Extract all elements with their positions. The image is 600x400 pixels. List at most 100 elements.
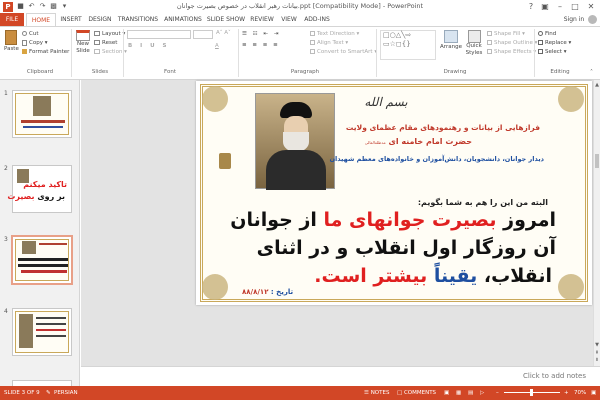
reset-label: Reset xyxy=(102,40,118,46)
start-slideshow-icon[interactable]: ▩ xyxy=(49,2,58,11)
tab-file[interactable]: FILE xyxy=(0,13,24,26)
zoom-slider[interactable] xyxy=(504,389,560,396)
vertical-scrollbar[interactable]: ▲ ▼ ⇞ ⇟ xyxy=(593,80,600,366)
zoom-out-icon[interactable]: – xyxy=(496,386,499,400)
section-button[interactable]: Section ▾ xyxy=(94,48,127,56)
ribbon-display-options-icon[interactable]: ▣ xyxy=(538,0,552,13)
tab-design[interactable]: DESIGN xyxy=(86,13,114,26)
cut-button[interactable]: Cut xyxy=(22,30,38,38)
zoom-level[interactable]: 70% xyxy=(574,386,586,400)
maximize-button[interactable]: □ xyxy=(568,0,582,13)
thumbnail-text-part: بر روی xyxy=(37,192,65,201)
font-color-icon[interactable]: A xyxy=(215,42,219,50)
slide-thumbnail-3[interactable] xyxy=(11,235,73,285)
collapse-ribbon-icon[interactable]: ˄ xyxy=(590,69,593,76)
align-text-button[interactable]: Align Text ▾ xyxy=(310,39,348,47)
slide-counter[interactable]: SLIDE 3 OF 9 xyxy=(4,386,40,400)
tab-view[interactable]: VIEW xyxy=(278,13,300,26)
find-icon xyxy=(538,31,543,36)
layout-button[interactable]: Layout ▾ xyxy=(94,30,125,38)
font-style-buttons[interactable]: B I U S xyxy=(128,42,169,50)
portrait-image xyxy=(33,96,51,116)
quote-text: انقلاب، xyxy=(477,265,552,287)
scrollbar-up-arrow-icon[interactable]: ▲ xyxy=(594,82,600,88)
sign-in-link[interactable]: Sign in xyxy=(562,13,586,26)
quick-styles-button[interactable]: Quick Styles xyxy=(464,30,484,57)
help-icon[interactable]: ? xyxy=(524,0,538,13)
replace-button[interactable]: Replace ▾ xyxy=(538,39,571,47)
notes-toggle[interactable]: ☰ NOTES xyxy=(364,386,389,400)
previous-slide-icon[interactable]: ⇞ xyxy=(594,350,600,356)
tab-animations[interactable]: ANIMATIONS xyxy=(162,13,204,26)
thumbnail-text xyxy=(21,270,67,273)
save-icon[interactable]: ■ xyxy=(16,2,25,11)
convert-smartart-button[interactable]: Convert to SmartArt ▾ xyxy=(310,48,377,56)
font-name-combobox[interactable] xyxy=(127,30,191,39)
slide-sorter-icon[interactable]: ▦ xyxy=(456,386,461,400)
copy-icon xyxy=(22,39,27,46)
slides-group-label: Slides xyxy=(91,69,109,75)
customize-qat-icon[interactable]: ▾ xyxy=(60,2,69,11)
tab-transitions[interactable]: TRANSITIONS xyxy=(116,13,160,26)
fit-slide-icon[interactable]: ▣ xyxy=(591,386,596,400)
font-size-combobox[interactable] xyxy=(193,30,213,39)
notes-pane[interactable]: Click to add notes xyxy=(81,366,600,386)
arrange-icon xyxy=(444,30,458,43)
thumbnail-number: 2 xyxy=(4,165,8,172)
tab-insert[interactable]: INSERT xyxy=(58,13,84,26)
scrollbar-thumb[interactable] xyxy=(595,154,599,168)
arrange-label: Arrange xyxy=(440,44,462,50)
shapes-gallery[interactable]: □○△╲⇨ ▭☆◻{} xyxy=(380,30,436,60)
slide-thumbnail-1[interactable] xyxy=(12,90,72,138)
select-button[interactable]: Select ▾ xyxy=(538,48,566,56)
copy-button[interactable]: Copy ▾ xyxy=(22,39,47,47)
alignment-icons[interactable]: ≡ ≡ ≡ ≡ xyxy=(242,41,280,49)
zoom-in-icon[interactable]: + xyxy=(564,386,569,400)
thumbnail-text xyxy=(21,120,65,123)
tab-slide-show[interactable]: SLIDE SHOW xyxy=(206,13,246,26)
notes-placeholder[interactable]: Click to add notes xyxy=(523,372,586,380)
reset-button[interactable]: Reset xyxy=(94,39,117,47)
find-button[interactable]: Find xyxy=(538,30,556,38)
slide-thumbnail-4[interactable] xyxy=(12,308,72,356)
thumbnail-text xyxy=(23,126,63,128)
slideshow-view-icon[interactable]: ▷ xyxy=(480,386,484,400)
text-direction-button[interactable]: Text Direction ▾ xyxy=(310,30,359,38)
redo-icon[interactable]: ↷ xyxy=(38,2,47,11)
close-button[interactable]: ✕ xyxy=(584,0,598,13)
thumbnail-text xyxy=(36,323,66,325)
shape-outline-button[interactable]: Shape Outline ▾ xyxy=(487,39,537,47)
minimize-button[interactable]: – xyxy=(553,0,567,13)
arrange-button[interactable]: Arrange xyxy=(440,30,462,51)
language-indicator[interactable]: PERSIAN xyxy=(54,386,78,400)
ribbon-separator xyxy=(71,29,72,77)
reading-view-icon[interactable]: ▤ xyxy=(468,386,473,400)
font-grow-shrink-icons[interactable]: A˄ A˅ xyxy=(216,29,231,37)
drawing-group-label: Drawing xyxy=(443,69,467,75)
next-slide-icon[interactable]: ⇟ xyxy=(594,357,600,363)
bullets-numbering-icons[interactable]: ☰ ☷ ⇤ ⇥ xyxy=(242,30,280,38)
undo-icon[interactable]: ↶ xyxy=(27,2,36,11)
tab-review[interactable]: REVIEW xyxy=(248,13,276,26)
comments-toggle[interactable]: □ COMMENTS xyxy=(397,386,436,400)
format-painter-button[interactable]: Format Painter xyxy=(22,48,69,56)
copy-label: Copy xyxy=(29,40,43,46)
user-avatar[interactable] xyxy=(588,15,597,24)
scrollbar-down-arrow-icon[interactable]: ▼ xyxy=(594,342,600,348)
shape-effects-label: Shape Effects xyxy=(494,49,532,55)
slide-thumbnail-pane: 1 2 تاکید میکنم بر روی بصیرت 3 4 xyxy=(0,80,80,386)
paste-button[interactable]: Paste xyxy=(4,30,19,53)
normal-view-icon[interactable]: ▣ xyxy=(444,386,449,400)
spelling-icon[interactable]: ✎ xyxy=(46,386,51,400)
shape-fill-button[interactable]: Shape Fill ▾ xyxy=(487,30,525,38)
current-slide[interactable]: بسم الله فرازهایی از بیانات و رهنمودهای … xyxy=(196,81,592,305)
zoom-slider-thumb[interactable] xyxy=(530,389,533,396)
tab-home[interactable]: HOME xyxy=(26,13,56,26)
new-slide-button[interactable]: New Slide xyxy=(74,30,92,55)
thumbnail-number: 3 xyxy=(4,236,8,243)
new-slide-icon xyxy=(76,30,90,41)
tab-add-ins[interactable]: ADD-INS xyxy=(302,13,332,26)
paste-icon xyxy=(5,30,17,45)
shape-effects-button[interactable]: Shape Effects ▾ xyxy=(487,48,536,56)
slide-thumbnail-2[interactable]: تاکید میکنم بر روی بصیرت xyxy=(7,165,72,213)
